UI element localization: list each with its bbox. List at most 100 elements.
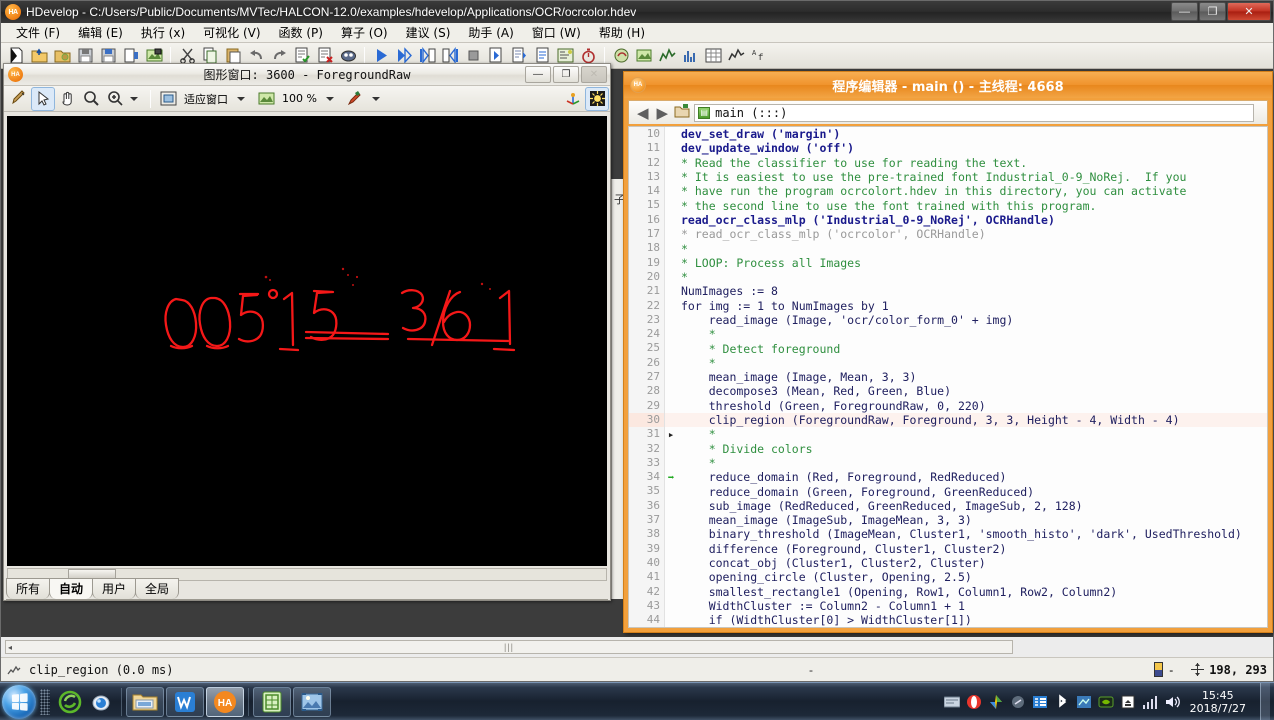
tasks-icon[interactable]	[1032, 694, 1048, 710]
profile-icon[interactable]	[725, 45, 747, 67]
workspace-horizontal-scrollbar[interactable]: ◂ |||	[5, 640, 1013, 654]
code-line[interactable]: 44 if (WidthCluster[0] > WidthCluster[1]…	[629, 613, 1267, 627]
zoom-in-icon[interactable]	[104, 88, 126, 110]
code-line[interactable]: 24 *	[629, 327, 1267, 342]
graphics-close-button[interactable]: ✕	[581, 66, 607, 83]
code-line[interactable]: 20 *	[629, 269, 1267, 285]
code-line[interactable]: 37 mean_image (ImageSub, ImageMean, 3, 3…	[629, 513, 1267, 528]
fit-window-icon[interactable]	[157, 88, 179, 110]
code-line[interactable]: 10 dev_set_draw ('margin')	[629, 127, 1267, 142]
usb-eject-icon[interactable]	[1120, 694, 1136, 710]
excel-icon[interactable]	[253, 686, 291, 717]
graphics-maximize-button[interactable]: ❐	[553, 66, 579, 83]
code-line[interactable]: 32 * Divide colors	[629, 441, 1267, 456]
menu-edit[interactable]: 编辑 (E)	[69, 22, 132, 43]
code-line[interactable]: 21 NumImages := 8	[629, 284, 1267, 299]
color-pen-dropdown-icon[interactable]	[371, 96, 380, 101]
graphics-minimize-button[interactable]: —	[525, 66, 551, 83]
maximize-button[interactable]: ❐	[1199, 2, 1226, 21]
close-button[interactable]: ✕	[1227, 2, 1271, 21]
code-line[interactable]: 11 dev_update_window ('off')	[629, 141, 1267, 156]
forward-icon[interactable]: ▶	[655, 104, 671, 122]
menu-help[interactable]: 帮助 (H)	[590, 22, 654, 43]
menu-suggestions[interactable]: 建议 (S)	[397, 22, 460, 43]
zoom-level-dropdown-icon[interactable]	[325, 96, 334, 101]
fit-mode-dropdown-icon[interactable]	[237, 96, 245, 101]
code-line[interactable]: 38 binary_threshold (ImageMean, Cluster1…	[629, 527, 1267, 542]
opera-icon[interactable]	[966, 694, 982, 710]
fit-mode-value[interactable]: 适应窗口	[181, 89, 231, 108]
menu-file[interactable]: 文件 (F)	[7, 22, 69, 43]
tab-auto[interactable]: 自动	[49, 578, 94, 599]
code-line[interactable]: 15 * the second line to use the font trai…	[629, 198, 1267, 213]
bluetooth-icon[interactable]	[1054, 693, 1070, 710]
select-pointer-icon[interactable]	[31, 86, 55, 111]
code-line[interactable]: 29 threshold (Green, ForegroundRaw, 0, 2…	[629, 398, 1267, 413]
video-camera-icon[interactable]	[89, 689, 115, 715]
code-line[interactable]: 28 decompose3 (Mean, Red, Green, Blue)	[629, 384, 1267, 399]
wps-writer-icon[interactable]	[166, 686, 204, 717]
code-line[interactable]: 30 clip_region (ForegroundRaw, Foregroun…	[629, 412, 1267, 428]
code-line[interactable]: 16 read_ocr_class_mlp ('Industrial_0-9_No…	[629, 212, 1267, 228]
pan-hand-icon[interactable]	[56, 88, 78, 110]
code-line[interactable]: 43 WidthCluster := Column2 - Column1 + 1	[629, 598, 1267, 614]
3d-axis-icon[interactable]	[562, 88, 584, 110]
code-line[interactable]: 25 * Detect foreground	[629, 341, 1267, 356]
minimize-button[interactable]: —	[1171, 2, 1198, 21]
taskbar-grip[interactable]	[40, 688, 50, 715]
code-line[interactable]: 12 * Read the classifier to use for readi…	[629, 155, 1267, 170]
halcon-hdevelop-icon[interactable]: HA	[206, 686, 244, 717]
photo-viewer-icon[interactable]	[293, 686, 331, 717]
menu-operators[interactable]: 算子 (O)	[332, 22, 397, 43]
code-line[interactable]: 35 reduce_domain (Green, Foreground, Gre…	[629, 484, 1267, 499]
halcon-operator-icon[interactable]	[610, 45, 632, 67]
code-line[interactable]: 41 opening_circle (Cluster, Opening, 2.5…	[629, 570, 1267, 585]
menu-visualization[interactable]: 可视化 (V)	[194, 22, 269, 43]
graphics-canvas[interactable]	[7, 116, 607, 566]
code-line[interactable]: 31 ▸ *	[629, 427, 1267, 442]
text-icon[interactable]: Af	[748, 45, 770, 67]
matrix-icon[interactable]	[702, 45, 724, 67]
taskbar-clock[interactable]: 15:45 2018/7/27	[1186, 689, 1254, 715]
code-line[interactable]: 33 *	[629, 455, 1267, 471]
code-line[interactable]: 17 * read_ocr_class_mlp ('ocrcolor', OCRH…	[629, 227, 1267, 242]
zoom-level-value[interactable]: 100 %	[279, 89, 320, 108]
code-line[interactable]: 36 sub_image (RedReduced, GreenReduced, …	[629, 498, 1267, 514]
network-center-icon[interactable]	[1076, 694, 1092, 710]
back-icon[interactable]: ◀	[635, 104, 651, 122]
zoom-mode-dropdown-icon[interactable]	[130, 96, 138, 101]
zoom-out-icon[interactable]	[80, 88, 102, 110]
code-line[interactable]: 13 * It is easiest to use the pre-trained…	[629, 169, 1267, 185]
code-line[interactable]: 18 *	[629, 241, 1267, 256]
code-line[interactable]: 14 * have run the program ocrcolort.hdev …	[629, 184, 1267, 199]
lighting-icon[interactable]	[585, 86, 609, 111]
file-explorer-icon[interactable]	[126, 686, 164, 717]
nvidia-icon[interactable]	[1098, 694, 1114, 710]
start-button[interactable]	[2, 684, 36, 719]
code-line[interactable]: 22 for img := 1 to NumImages by 1	[629, 298, 1267, 313]
code-line[interactable]: 27 mean_image (Image, Mean, 3, 3)	[629, 370, 1267, 385]
menu-window[interactable]: 窗口 (W)	[523, 22, 590, 43]
edge-browser-icon[interactable]	[57, 689, 83, 715]
code-line[interactable]: 26 *	[629, 355, 1267, 371]
signal-icon[interactable]	[1142, 694, 1158, 710]
gray-histogram-icon[interactable]	[679, 45, 701, 67]
keyboard-layout-icon[interactable]	[943, 694, 960, 710]
image-window-icon[interactable]	[633, 45, 655, 67]
menu-procedures[interactable]: 函数 (P)	[270, 22, 332, 43]
code-editor[interactable]: 10 dev_set_draw ('margin') 11 dev_update_wi…	[628, 126, 1268, 628]
code-line[interactable]: 40 concat_obj (Cluster1, Cluster2, Clust…	[629, 555, 1267, 571]
code-line[interactable]: 42 smallest_rectangle1 (Opening, Row1, C…	[629, 584, 1267, 599]
show-desktop-button[interactable]	[1260, 682, 1270, 720]
tab-all[interactable]: 所有	[6, 578, 51, 599]
tab-user[interactable]: 用户	[92, 578, 137, 599]
scroll-left-arrow-icon[interactable]: ◂	[8, 643, 12, 652]
hidden-icon[interactable]	[1010, 694, 1026, 710]
color-pen-icon[interactable]	[344, 88, 366, 110]
zoom-level-icon[interactable]	[255, 88, 277, 110]
draw-region-icon[interactable]	[8, 88, 30, 110]
code-line[interactable]: 19 * LOOP: Process all Images	[629, 255, 1267, 270]
cloud-drive-icon[interactable]	[988, 694, 1004, 710]
menu-assistants[interactable]: 助手 (A)	[459, 22, 522, 43]
tab-global[interactable]: 全局	[135, 578, 180, 599]
